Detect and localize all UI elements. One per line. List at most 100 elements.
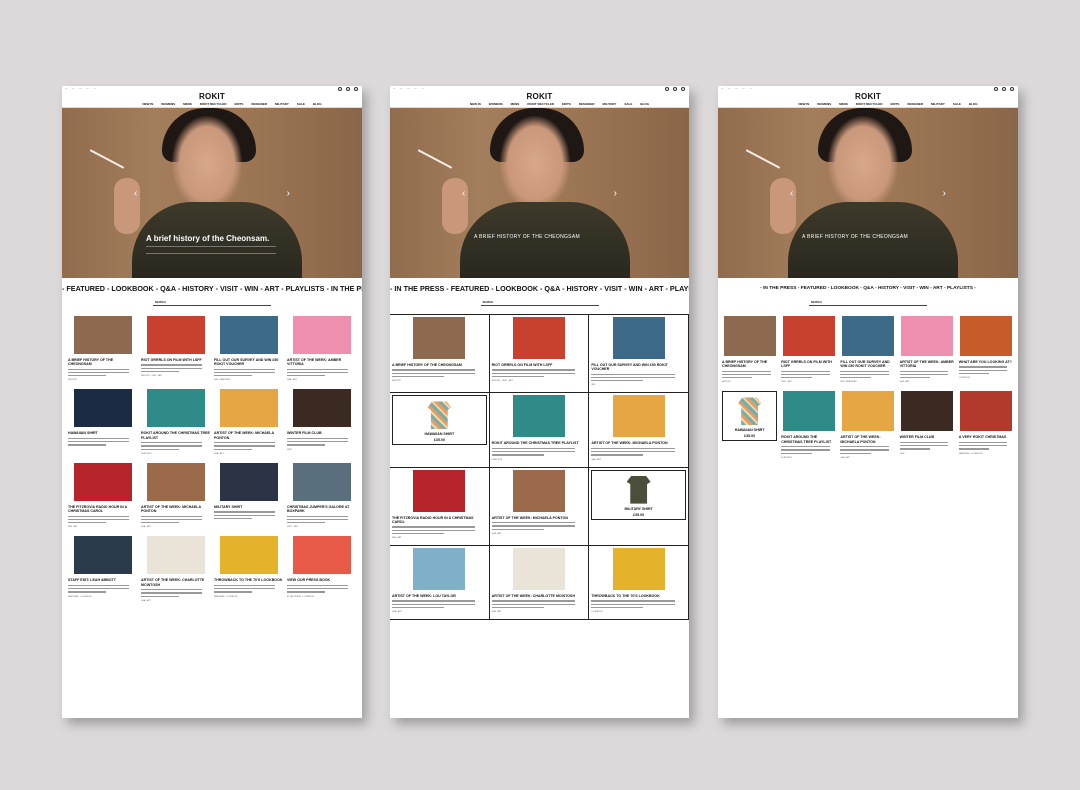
article-card[interactable]: HAWAIIAN SHIRT — [66, 387, 139, 460]
article-title[interactable]: THROWBACK TO THE 70'S LOOKBOOK — [214, 578, 283, 582]
chevron-left-icon[interactable]: ‹ — [462, 188, 465, 199]
utility-link[interactable]: ••• — [728, 88, 730, 90]
article-card[interactable]: FILL OUT OUR SURVEY AND WIN £50 ROKIT VO… — [589, 315, 689, 394]
article-card[interactable]: RIOT GRRRLS ON FILM WITH LSFF VISIT · ART — [779, 314, 838, 389]
utility-link[interactable]: ••• — [400, 88, 402, 90]
article-card[interactable]: A BRIEF HISTORY OF THE CHEONGSAM HISTORY — [390, 315, 490, 394]
article-title[interactable]: FILL OUT OUR SURVEY AND WIN £50 ROKIT VO… — [214, 358, 283, 367]
article-tags[interactable]: HISTORY — [68, 379, 137, 381]
article-thumbnail[interactable] — [73, 536, 132, 575]
chevron-right-icon[interactable]: › — [614, 188, 617, 199]
nav-item[interactable]: EDITS — [234, 101, 243, 107]
article-title[interactable]: STAFF EDIT: LEAH ABBOTT — [68, 578, 137, 582]
article-title[interactable]: THE FITZROVIA RADIO HOUR IN A CHRISTMAS … — [68, 505, 137, 514]
nav-item[interactable]: BLOG — [313, 101, 322, 107]
article-thumbnail[interactable] — [512, 395, 565, 438]
article-thumbnail[interactable] — [413, 317, 466, 359]
hero-carousel[interactable]: ‹ › A brief history of the Cheonsam. — [62, 108, 362, 278]
article-title[interactable]: ARTIST OF THE WEEK: MICHAELA PONTON — [840, 435, 895, 444]
article-tags[interactable]: VISIT — [287, 449, 356, 451]
article-title[interactable]: A BRIEF HISTORY OF THE CHEONGSAM — [722, 360, 777, 369]
article-title[interactable]: CHRISTMAS JUMPER'S GALORE AT BOXPARK — [287, 505, 356, 514]
article-title[interactable]: ROKIT AROUND THE CHRISTMAS TREE PLAYLIST — [781, 435, 836, 444]
article-title[interactable]: FILL OUT OUR SURVEY AND WIN £50 ROKIT VO… — [591, 363, 686, 372]
nav-item[interactable]: BLOG — [640, 101, 649, 107]
article-title[interactable]: THROWBACK TO THE 70'S LOOKBOOK — [591, 594, 686, 598]
article-thumbnail[interactable] — [413, 548, 466, 591]
article-card[interactable]: HAWAIIAN SHIRT £35.00 — [720, 389, 779, 464]
article-card[interactable]: ARTIST OF THE WEEK: LOU TAYLOR Q&A · ART — [390, 546, 490, 621]
article-thumbnail[interactable] — [146, 389, 205, 428]
article-title[interactable]: ARTIST OF THE WEEK: MICHAELA PONTON — [214, 431, 283, 440]
article-title[interactable]: A BRIEF HISTORY OF THE CHEONGSAM — [68, 358, 137, 367]
article-tags[interactable]: IN THE PRESS · LOOKBOOK — [287, 596, 356, 598]
nav-item[interactable]: SALE — [953, 101, 961, 107]
article-tags[interactable]: FEATURED · LOOKBOOK — [214, 596, 283, 598]
chevron-right-icon[interactable]: › — [943, 188, 946, 199]
article-card[interactable]: ARTIST OF THE WEEK: MICHAELA PONTON Q&A ·… — [139, 461, 212, 534]
nav-item[interactable]: MENS — [511, 101, 520, 107]
article-thumbnail[interactable] — [219, 389, 278, 428]
nav-item[interactable]: WOMENS — [489, 101, 503, 107]
article-tags[interactable]: Q&A · ART — [840, 457, 895, 459]
utility-link[interactable]: ••• — [721, 88, 723, 90]
article-title[interactable]: RIOT GRRRLS ON FILM WITH LSFF — [141, 358, 210, 362]
article-title[interactable]: ARTIST OF THE WEEK: MICHAELA PONTON — [492, 516, 587, 520]
article-title[interactable]: RIOT GRRRLS ON FILM WITH LSFF — [492, 363, 587, 367]
article-title[interactable]: ARTIST OF THE WEEK: LOU TAYLOR — [392, 594, 487, 598]
article-card[interactable]: CHRISTMAS JUMPER'S GALORE AT BOXPARK VISI… — [285, 461, 358, 534]
article-tags[interactable]: HISTORY · VISIT · ART — [492, 380, 587, 382]
article-card[interactable]: THE FITZROVIA RADIO HOUR IN A CHRISTMAS … — [390, 467, 490, 547]
article-thumbnail[interactable] — [146, 316, 205, 354]
article-thumbnail[interactable] — [612, 395, 665, 438]
article-tags[interactable]: Q&A · ART — [900, 381, 955, 383]
article-tags[interactable]: HISTORY · VISIT · ART — [141, 375, 210, 377]
article-title[interactable]: ARTIST OF THE WEEK: AMBER VITTORIA — [900, 360, 955, 369]
article-thumbnail[interactable] — [960, 316, 1013, 356]
article-title[interactable]: ARTIST OF THE WEEK: MICHAELA PONTON — [141, 505, 210, 514]
article-card[interactable]: THE FITZROVIA RADIO HOUR IN A CHRISTMAS … — [66, 461, 139, 534]
nav-item[interactable]: EDITS — [890, 101, 899, 107]
article-card[interactable]: A VERY ROKIT CHRISTMAS FEATURED · LOOKBOO… — [957, 389, 1016, 464]
article-title[interactable]: ARTIST OF THE WEEK: AMBER VITTORIA — [287, 358, 356, 367]
article-tags[interactable]: HISTORY — [722, 381, 777, 383]
article-card[interactable]: A BRIEF HISTORY OF THE CHEONGSAM HISTORY — [720, 314, 779, 389]
article-tags[interactable]: Q&A · ART — [141, 600, 210, 602]
article-card[interactable]: ROKIT AROUND THE CHRISTMAS TREE PLAYLIST… — [779, 389, 838, 464]
article-card[interactable]: ARTIST OF THE WEEK: MICHAELA PONTON Q&A ·… — [489, 467, 590, 547]
article-card[interactable]: WINTER FILM CLUB VISIT — [898, 389, 957, 464]
article-title[interactable]: A VERY ROKIT CHRISTMAS — [959, 435, 1014, 439]
utility-link[interactable]: ••• — [742, 88, 744, 90]
article-card[interactable]: ARTIST OF THE WEEK: CHARLOTTE MCINTOSH Q&… — [139, 534, 212, 607]
article-thumbnail[interactable] — [292, 389, 351, 428]
article-tags[interactable]: WIN · FEATURED — [840, 381, 895, 383]
article-title[interactable]: HAWAIIAN SHIRT — [68, 431, 137, 435]
article-tags[interactable]: FEATURED · LOOKBOOK — [68, 596, 137, 598]
nav-item[interactable]: NEW IN — [142, 101, 153, 107]
article-thumbnail[interactable] — [512, 548, 565, 591]
article-card[interactable]: RIOT GRRRLS ON FILM WITH LSFF HISTORY · V… — [139, 314, 212, 387]
account-icon[interactable] — [346, 87, 350, 91]
article-thumbnail[interactable] — [413, 469, 466, 512]
hero-carousel[interactable]: ‹ › A BRIEF HISTORY OF THE CHEONGSAM — [718, 108, 1018, 278]
article-thumbnail[interactable] — [73, 389, 132, 428]
article-thumbnail[interactable] — [841, 316, 894, 356]
nav-item[interactable]: EDITS — [562, 101, 571, 107]
article-card[interactable]: ARTIST OF THE WEEK: MICHAELA PONTON Q&A ·… — [212, 387, 285, 460]
product-card[interactable]: MILITARY SHIRT £35.00 — [591, 469, 686, 520]
article-thumbnail[interactable] — [146, 462, 205, 501]
article-thumbnail[interactable] — [146, 536, 205, 575]
article-thumbnail[interactable] — [292, 536, 351, 575]
article-card[interactable]: WINTER FILM CLUB VISIT — [285, 387, 358, 460]
article-title[interactable]: A BRIEF HISTORY OF THE CHEONGSAM — [392, 363, 487, 367]
search-icon[interactable] — [665, 87, 669, 91]
nav-item[interactable]: MILITARY — [931, 101, 945, 107]
article-title[interactable]: ARTIST OF THE WEEK: CHARLOTTE MCINTOSH — [492, 594, 587, 598]
nav-item[interactable]: ROKIT RECYCLED — [527, 101, 554, 107]
article-card[interactable]: ARTIST OF THE WEEK: AMBER VITTORIA Q&A · … — [285, 314, 358, 387]
article-card[interactable]: ARTIST OF THE WEEK: AMBER VITTORIA Q&A · … — [898, 314, 957, 389]
article-card[interactable]: ARTIST OF THE WEEK: MICHAELA PONTON Q&A ·… — [838, 389, 897, 464]
category-bar[interactable]: - IN THE PRESS - FEATURED - LOOKBOOK - Q… — [390, 284, 689, 294]
category-bar[interactable]: - IN THE PRESS - FEATURED - LOOKBOOK - Q… — [718, 284, 1018, 294]
article-card[interactable]: RIOT GRRRLS ON FILM WITH LSFF HISTORY · V… — [489, 315, 590, 394]
